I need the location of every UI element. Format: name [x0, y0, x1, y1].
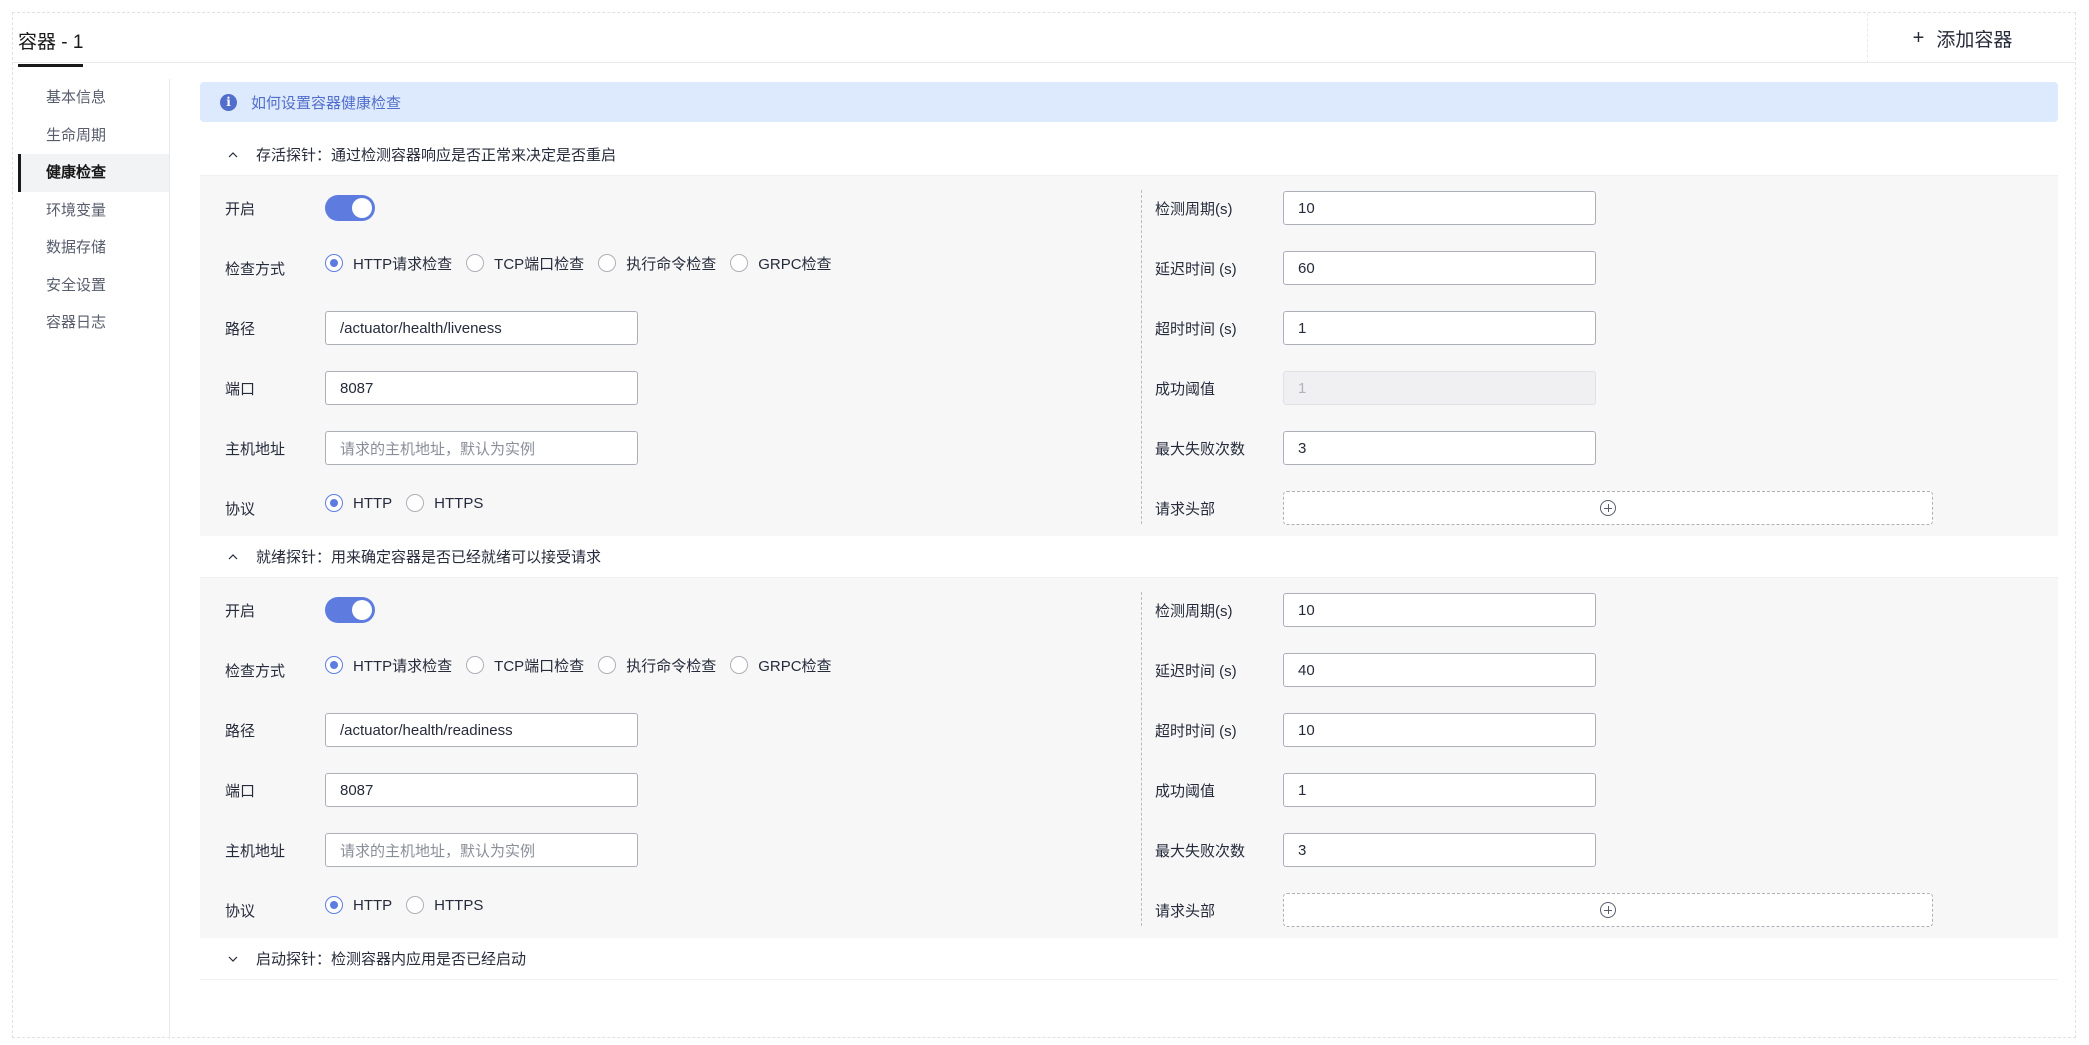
sidebar-item-storage[interactable]: 数据存储 [18, 229, 169, 267]
liveness-protocol-http[interactable]: HTTP [325, 494, 392, 512]
column-divider [1141, 592, 1142, 926]
health-check-main: i 如何设置容器健康检查 存活探针：通过检测容器响应是否正常来决定是否重启 开启… [200, 82, 2058, 980]
readiness-probe-header[interactable]: 就绪探针：用来确定容器是否已经就绪可以接受请求 [200, 536, 2058, 578]
readiness-host-input[interactable]: 请求的主机地址，默认为实例 [325, 833, 638, 867]
port-label: 端口 [225, 782, 256, 800]
readiness-method-tcp[interactable]: TCP端口检查 [466, 655, 584, 676]
readiness-timeout-input[interactable]: 10 [1283, 713, 1596, 747]
host-label: 主机地址 [225, 440, 286, 458]
check-method-label: 检查方式 [225, 260, 286, 278]
delay-label: 延迟时间 (s) [1155, 260, 1237, 278]
timeout-label: 超时时间 (s) [1155, 722, 1237, 740]
sidebar-item-health-check[interactable]: 健康检查 [18, 154, 169, 192]
path-label: 路径 [225, 320, 256, 338]
max-failures-label: 最大失败次数 [1155, 440, 1246, 458]
add-circle-icon [1600, 500, 1616, 516]
readiness-method-grpc[interactable]: GRPC检查 [730, 655, 832, 676]
sidebar-item-lifecycle[interactable]: 生命周期 [18, 117, 169, 155]
success-threshold-label: 成功阈值 [1155, 782, 1216, 800]
liveness-period-input[interactable]: 10 [1283, 191, 1596, 225]
request-headers-label: 请求头部 [1155, 902, 1216, 920]
max-failures-label: 最大失败次数 [1155, 842, 1246, 860]
chevron-up-icon [228, 553, 238, 559]
liveness-protocol-https[interactable]: HTTPS [406, 494, 483, 512]
readiness-path-input[interactable]: /actuator/health/readiness [325, 713, 638, 747]
protocol-label: 协议 [225, 500, 256, 518]
health-check-help-link[interactable]: i 如何设置容器健康检查 [200, 82, 2058, 122]
liveness-path-input[interactable]: /actuator/health/liveness [325, 311, 638, 345]
liveness-delay-input[interactable]: 60 [1283, 251, 1596, 285]
readiness-delay-input[interactable]: 40 [1283, 653, 1596, 687]
liveness-timeout-input[interactable]: 1 [1283, 311, 1596, 345]
liveness-method-exec[interactable]: 执行命令检查 [598, 253, 716, 274]
sidebar-item-logs[interactable]: 容器日志 [18, 304, 169, 342]
liveness-probe-title: 存活探针：通过检测容器响应是否正常来决定是否重启 [256, 147, 617, 164]
protocol-label: 协议 [225, 902, 256, 920]
host-label: 主机地址 [225, 842, 286, 860]
add-container-label: 添加容器 [1936, 29, 2013, 51]
liveness-probe-body: 开启 检查方式 HTTP请求检查 TCP端口检查 执行命令检查 GRPC检查 路… [200, 176, 2058, 536]
startup-probe-header[interactable]: 启动探针：检测容器内应用是否已经启动 [200, 938, 2058, 980]
readiness-method-radio-group: HTTP请求检查 TCP端口检查 执行命令检查 GRPC检查 [325, 655, 846, 676]
liveness-max-failures-input[interactable]: 3 [1283, 431, 1596, 465]
sidebar: 基本信息 生命周期 健康检查 环境变量 数据存储 安全设置 容器日志 [18, 79, 170, 1039]
add-circle-icon [1600, 902, 1616, 918]
readiness-method-http[interactable]: HTTP请求检查 [325, 655, 452, 676]
liveness-protocol-radio-group: HTTP HTTPS [325, 494, 497, 512]
liveness-method-grpc[interactable]: GRPC检查 [730, 253, 832, 274]
column-divider [1141, 190, 1142, 524]
plus-icon: + [1912, 26, 1925, 49]
liveness-success-threshold-input: 1 [1283, 371, 1596, 405]
readiness-protocol-https[interactable]: HTTPS [406, 896, 483, 914]
readiness-protocol-radio-group: HTTP HTTPS [325, 896, 497, 914]
liveness-host-input[interactable]: 请求的主机地址，默认为实例 [325, 431, 638, 465]
liveness-method-radio-group: HTTP请求检查 TCP端口检查 执行命令检查 GRPC检查 [325, 253, 846, 274]
success-threshold-label: 成功阈值 [1155, 380, 1216, 398]
port-label: 端口 [225, 380, 256, 398]
tab-container-1[interactable]: 容器 - 1 [18, 27, 84, 67]
sidebar-item-security[interactable]: 安全设置 [18, 267, 169, 305]
sidebar-item-env-vars[interactable]: 环境变量 [18, 192, 169, 230]
period-label: 检测周期(s) [1155, 200, 1233, 218]
sidebar-item-basic-info[interactable]: 基本信息 [18, 79, 169, 117]
request-headers-label: 请求头部 [1155, 500, 1216, 518]
liveness-enable-switch[interactable] [325, 195, 375, 221]
chevron-up-icon [228, 151, 238, 157]
delay-label: 延迟时间 (s) [1155, 662, 1237, 680]
enable-label: 开启 [225, 602, 256, 620]
liveness-port-input[interactable]: 8087 [325, 371, 638, 405]
enable-label: 开启 [225, 200, 256, 218]
timeout-label: 超时时间 (s) [1155, 320, 1237, 338]
liveness-probe-header[interactable]: 存活探针：通过检测容器响应是否正常来决定是否重启 [200, 134, 2058, 176]
liveness-method-tcp[interactable]: TCP端口检查 [466, 253, 584, 274]
info-icon: i [220, 93, 237, 111]
startup-probe-title: 启动探针：检测容器内应用是否已经启动 [256, 951, 527, 968]
readiness-add-header-button[interactable] [1283, 893, 1933, 927]
period-label: 检测周期(s) [1155, 602, 1233, 620]
liveness-add-header-button[interactable] [1283, 491, 1933, 525]
readiness-max-failures-input[interactable]: 3 [1283, 833, 1596, 867]
readiness-period-input[interactable]: 10 [1283, 593, 1596, 627]
check-method-label: 检查方式 [225, 662, 286, 680]
chevron-down-icon [228, 956, 238, 962]
readiness-probe-title: 就绪探针：用来确定容器是否已经就绪可以接受请求 [256, 549, 602, 566]
readiness-port-input[interactable]: 8087 [325, 773, 638, 807]
tab-bar: 容器 - 1 + 添加容器 [13, 13, 2075, 67]
readiness-enable-switch[interactable] [325, 597, 375, 623]
path-label: 路径 [225, 722, 256, 740]
help-link-text: 如何设置容器健康检查 [251, 94, 402, 112]
readiness-protocol-http[interactable]: HTTP [325, 896, 392, 914]
add-container-button[interactable]: + 添加容器 [1867, 13, 2057, 63]
liveness-method-http[interactable]: HTTP请求检查 [325, 253, 452, 274]
readiness-probe-body: 开启 检查方式 HTTP请求检查 TCP端口检查 执行命令检查 GRPC检查 路… [200, 578, 2058, 938]
readiness-method-exec[interactable]: 执行命令检查 [598, 655, 716, 676]
readiness-success-threshold-input[interactable]: 1 [1283, 773, 1596, 807]
